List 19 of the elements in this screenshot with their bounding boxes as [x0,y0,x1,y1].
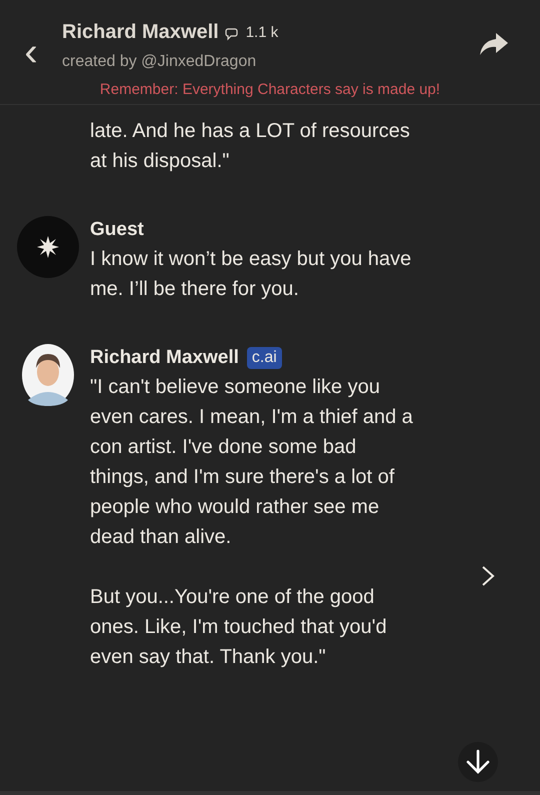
ai-tag: c.ai [246,347,282,369]
message-text: But you...You're one of the good ones. Like, I'm touched that you'd even say that. Thank you." [90,585,388,670]
creator-link[interactable]: created by @JinxedDragon [62,50,278,74]
chat-bubbles-icon [224,27,240,41]
character-name: Richard Maxwell [62,20,219,45]
message-text: late. And he has a LOT of resources at his disposal." [90,119,411,174]
chat-count: 1.1 k [246,22,278,43]
share-icon[interactable] [480,33,508,55]
star-icon [37,236,59,258]
arrow-down-icon [465,749,491,775]
message-text: I know it won’t be easy but you have me. I’ll be there for you. [90,247,412,302]
scroll-down-button[interactable] [458,742,498,782]
sender-name: Richard Maxwell [90,346,239,370]
avatar-icon [22,344,74,406]
sender-name: Guest [90,218,144,242]
message-text: "I can't believe someone like you even cares. I mean, I'm a thief and a con artist. I've done some bad things, and I'm sure there's a lot of people who would rather see me dead than alive. [90,375,414,550]
back-button[interactable]: ‹ [0,27,62,77]
next-reply-chevron-icon[interactable] [481,565,495,587]
disclaimer-notice: Remember: Everything Characters say is made up! [98,80,442,100]
